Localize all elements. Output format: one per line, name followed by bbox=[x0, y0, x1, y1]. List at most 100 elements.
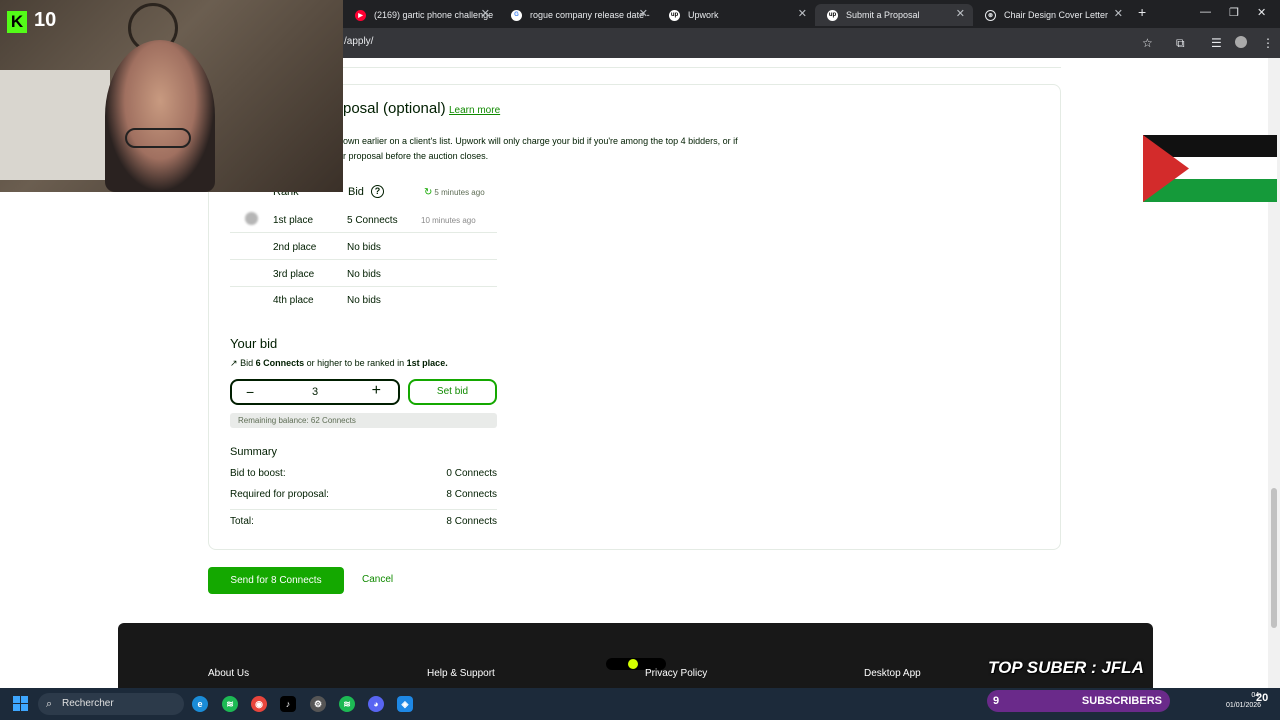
app-icon[interactable]: ◈ bbox=[397, 696, 413, 712]
tab-title: rogue company release date - bbox=[530, 10, 650, 20]
google-icon: G bbox=[511, 9, 522, 21]
tiktok-icon[interactable]: ♪ bbox=[280, 696, 296, 712]
app-icon[interactable]: ⚙ bbox=[310, 696, 326, 712]
refresh-status[interactable]: ↻ 5 minutes ago bbox=[424, 187, 485, 198]
summary-label: Required for proposal: bbox=[230, 489, 329, 500]
spotify-icon[interactable]: ≋ bbox=[339, 696, 355, 712]
minus-icon[interactable]: − bbox=[246, 384, 254, 400]
streamer bbox=[105, 40, 215, 192]
streamer-glasses bbox=[125, 128, 191, 148]
total-label: Total: bbox=[230, 516, 254, 527]
edge-icon[interactable]: e bbox=[192, 696, 208, 712]
hint-prefix: Bid bbox=[240, 358, 256, 368]
rank-time: 10 minutes ago bbox=[421, 216, 476, 225]
hint-place: 1st place. bbox=[406, 358, 448, 368]
chatgpt-icon: ⊛ bbox=[985, 9, 996, 21]
rank-bid: No bids bbox=[347, 269, 381, 280]
tab-upwork[interactable]: up Upwork ✕ bbox=[657, 4, 815, 26]
bid-input[interactable]: 3 bbox=[312, 386, 318, 398]
footer-link-help[interactable]: Help & Support bbox=[427, 668, 495, 679]
rank-place: 2nd place bbox=[273, 242, 317, 253]
avatar bbox=[245, 212, 258, 225]
rank-row: 3rd place No bids bbox=[230, 260, 497, 287]
discord-icon[interactable]: ◕ bbox=[368, 696, 384, 712]
tab-title: Upwork bbox=[688, 10, 719, 20]
hint-connects: 6 Connects bbox=[255, 358, 305, 368]
upwork-icon: up bbox=[827, 9, 838, 21]
webcam-background bbox=[0, 70, 110, 180]
close-icon[interactable]: ✕ bbox=[1114, 7, 1123, 20]
plus-icon[interactable]: + bbox=[372, 382, 381, 400]
rank-place: 4th place bbox=[273, 295, 314, 306]
new-tab-icon[interactable]: + bbox=[1138, 4, 1146, 20]
taskbar-search[interactable]: ⌕ Rechercher bbox=[38, 693, 184, 715]
minimize-icon[interactable]: — bbox=[1200, 6, 1211, 18]
tab-gartic[interactable]: ▶ (2169) gartic phone challenge ✕ bbox=[343, 4, 498, 26]
top-suber-text: TOP SUBER : JFLA bbox=[988, 658, 1144, 677]
summary-value: 0 Connects bbox=[446, 468, 497, 479]
send-proposal-button[interactable]: Send for 8 Connects bbox=[208, 567, 344, 594]
divider bbox=[230, 509, 497, 510]
refresh-time: 5 minutes ago bbox=[434, 188, 485, 197]
rank-row: 2nd place No bids bbox=[230, 233, 497, 260]
media-icon[interactable]: ☰ bbox=[1211, 36, 1222, 50]
cancel-button[interactable]: Cancel bbox=[362, 574, 393, 585]
total-value: 8 Connects bbox=[446, 516, 497, 527]
footer: About Us Help & Support Privacy Policy D… bbox=[118, 623, 1153, 688]
scrollbar-thumb[interactable] bbox=[1271, 488, 1277, 628]
rank-place: 3rd place bbox=[273, 269, 315, 280]
subs-count: 9 bbox=[993, 695, 1000, 707]
spotify-icon[interactable]: ≋ bbox=[222, 696, 238, 712]
rank-bid: No bids bbox=[347, 242, 381, 253]
summary-value: 8 Connects bbox=[446, 489, 497, 500]
bid-stepper[interactable]: − 3 + bbox=[230, 379, 400, 405]
your-bid-title: Your bid bbox=[230, 336, 278, 351]
close-window-icon[interactable]: ✕ bbox=[1257, 6, 1266, 19]
search-icon: ⌕ bbox=[46, 698, 53, 710]
clock-minutes: 20 bbox=[1256, 692, 1269, 704]
help-icon[interactable]: ? bbox=[371, 185, 384, 198]
description-line: r proposal before the auction closes. bbox=[343, 151, 489, 161]
maximize-icon[interactable]: ❐ bbox=[1229, 6, 1239, 19]
close-icon[interactable]: ✕ bbox=[798, 7, 807, 20]
tab-google[interactable]: G rogue company release date - ✕ bbox=[499, 4, 656, 26]
url-field[interactable]: /apply/ bbox=[344, 36, 373, 47]
section-title: posal (optional) bbox=[343, 100, 446, 117]
summary-label: Bid to boost: bbox=[230, 468, 286, 479]
dot-icon bbox=[628, 659, 638, 669]
bid-hint: ↗ Bid 6 Connects or higher to be ranked … bbox=[230, 358, 448, 369]
taskbar: ⌕ Rechercher e ≋ ◉ ♪ ⚙ ≋ ◕ ◈ 9 SUBSCRIBE… bbox=[0, 688, 1280, 720]
tab-title: (2169) gartic phone challenge bbox=[374, 10, 494, 20]
rank-bid: No bids bbox=[347, 295, 381, 306]
footer-link-privacy[interactable]: Privacy Policy bbox=[645, 668, 707, 679]
rank-place: 1st place bbox=[273, 215, 314, 226]
rank-bid: 5 Connects bbox=[347, 215, 398, 226]
upwork-icon: up bbox=[669, 9, 680, 21]
tab-cover-letter[interactable]: ⊛ Chair Design Cover Letter ✕ bbox=[973, 4, 1131, 26]
youtube-icon: ▶ bbox=[355, 9, 366, 21]
star-icon[interactable]: ☆ bbox=[1142, 36, 1153, 50]
rank-row: 1st place 5 Connects 10 minutes ago bbox=[230, 206, 497, 233]
extensions-icon[interactable]: ⧉ bbox=[1176, 36, 1185, 51]
search-placeholder: Rechercher bbox=[62, 698, 114, 709]
tab-title: Submit a Proposal bbox=[846, 10, 920, 20]
trend-icon: ↗ bbox=[230, 358, 238, 368]
windows-start-icon[interactable] bbox=[13, 696, 29, 712]
close-icon[interactable]: ✕ bbox=[956, 7, 965, 20]
description-line: own earlier on a client's list. Upwork w… bbox=[343, 136, 738, 146]
chrome-icon[interactable]: ◉ bbox=[251, 696, 267, 712]
footer-link-desktop-app[interactable]: Desktop App bbox=[864, 668, 921, 679]
close-icon[interactable]: ✕ bbox=[481, 7, 490, 20]
profile-avatar[interactable] bbox=[1235, 36, 1247, 48]
hint-middle: or higher to be ranked in bbox=[304, 358, 407, 368]
rank-row: 4th place No bids bbox=[230, 286, 497, 313]
palestine-flag bbox=[1143, 135, 1277, 202]
close-icon[interactable]: ✕ bbox=[639, 7, 648, 20]
kick-count: 10 bbox=[34, 9, 57, 31]
learn-more-link[interactable]: Learn more bbox=[449, 105, 500, 116]
menu-icon[interactable]: ⋮ bbox=[1262, 36, 1274, 50]
footer-link-about[interactable]: About Us bbox=[208, 668, 249, 679]
tab-submit-proposal[interactable]: up Submit a Proposal ✕ bbox=[815, 4, 973, 26]
set-bid-button[interactable]: Set bid bbox=[408, 379, 497, 405]
kick-logo: K bbox=[7, 11, 27, 33]
